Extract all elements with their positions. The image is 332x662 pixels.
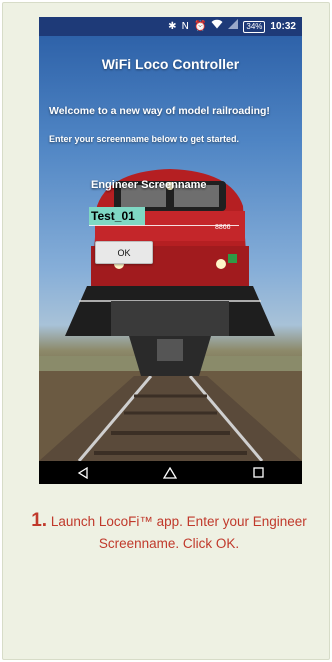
locomotive-background-image: 8866 <box>39 169 302 461</box>
home-icon[interactable] <box>155 461 185 484</box>
recents-icon[interactable] <box>243 461 273 484</box>
phone-screenshot: ✱ N ⏰ 34% 10:32 8866 WiFi Loco Controlle… <box>39 17 302 484</box>
nfc-icon: N <box>181 21 189 32</box>
signal-icon <box>228 17 239 36</box>
instructions-text: Enter your screenname below to get start… <box>49 134 240 144</box>
bluetooth-icon: ✱ <box>168 21 177 32</box>
step-caption: 1. Launch LocoFi™ app. Enter your Engine… <box>17 510 321 555</box>
app-title: WiFi Loco Controller <box>101 56 240 72</box>
step-text: Launch LocoFi™ app. Enter your Engineer … <box>50 514 307 551</box>
step-number: 1. <box>31 510 48 531</box>
battery-indicator: 34% <box>243 20 266 33</box>
wifi-icon <box>211 17 223 36</box>
screenname-label: Engineer Screenname <box>91 179 207 191</box>
instruction-card: ✱ N ⏰ 34% 10:32 8866 WiFi Loco Controlle… <box>2 2 330 660</box>
input-underline <box>89 225 239 226</box>
app-screen: 8866 WiFi Loco Controller Welcome to a n… <box>39 36 302 461</box>
status-bar: ✱ N ⏰ 34% 10:32 <box>39 17 302 36</box>
navigation-bar <box>39 461 302 484</box>
welcome-message: Welcome to a new way of model railroadin… <box>49 105 270 117</box>
back-icon[interactable] <box>68 461 98 484</box>
alarm-icon: ⏰ <box>193 21 207 32</box>
ok-button[interactable]: OK <box>95 241 153 264</box>
screenname-input[interactable] <box>89 207 145 225</box>
clock: 10:32 <box>270 21 296 32</box>
